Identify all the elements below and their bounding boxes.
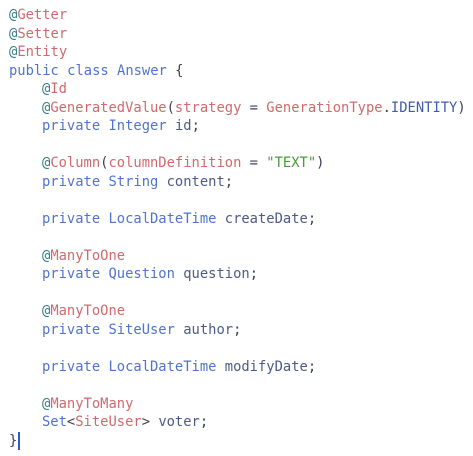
enum-value: IDENTITY: [390, 99, 458, 116]
equals: =: [241, 155, 267, 171]
code-line-3: @Entity: [9, 43, 466, 62]
code-area[interactable]: @Getter @Setter @Entity public class Ans…: [9, 6, 466, 450]
code-line-17: @ManyToOne: [9, 302, 466, 321]
code-line-9: @Column(columnDefinition = "TEXT"): [9, 154, 466, 173]
code-line-19-empty: [9, 339, 466, 358]
code-line-1: @Getter: [9, 6, 466, 25]
generic-open: <: [66, 414, 76, 430]
semicolon: ;: [199, 414, 209, 430]
code-editor[interactable]: @Getter @Setter @Entity public class Ans…: [0, 0, 473, 456]
annotation-name: ManyToMany: [50, 395, 134, 412]
enum-type: GenerationType: [266, 99, 383, 116]
paren-close: ): [457, 99, 466, 116]
generic-close: >: [141, 414, 150, 430]
field-name: id: [174, 118, 192, 134]
semicolon: ;: [307, 358, 317, 375]
code-line-11-empty: [9, 191, 466, 210]
code-line-16-empty: [9, 284, 466, 303]
type-name: Set: [42, 414, 67, 430]
field-name: createDate: [224, 210, 308, 227]
field-name: modifyDate: [224, 358, 308, 375]
field-name: voter: [158, 414, 200, 430]
annotation-name: ManyToOne: [50, 247, 126, 264]
keyword: private: [42, 358, 101, 375]
code-line-2: @Setter: [9, 25, 466, 44]
code-line-20: private LocalDateTime modifyDate;: [9, 358, 466, 377]
type-name: LocalDateTime: [108, 358, 217, 375]
text-cursor: [18, 431, 20, 450]
paren-close: ): [316, 155, 325, 171]
annotation-name: Column: [50, 155, 101, 171]
annotation-name: GeneratedValue: [50, 99, 167, 116]
code-line-8-empty: [9, 136, 466, 155]
code-line-15: private Question question;: [9, 265, 466, 284]
code-line-6: @GeneratedValue(strategy = GenerationTyp…: [9, 99, 466, 118]
field-name: question: [183, 266, 250, 282]
type-name: SiteUser: [108, 321, 175, 338]
code-line-10: private String content;: [9, 173, 466, 192]
close-brace: }: [9, 432, 18, 449]
type-name: String: [108, 173, 159, 190]
string-literal: "TEXT": [266, 155, 317, 171]
annotation-arg: strategy: [174, 99, 242, 116]
code-line-18: private SiteUser author;: [9, 321, 466, 340]
code-line-7: private Integer id;: [9, 117, 466, 136]
semicolon: ;: [233, 321, 242, 338]
keyword: private: [42, 266, 101, 282]
annotation-arg: columnDefinition: [108, 155, 242, 171]
keyword: class: [67, 62, 109, 79]
annotation-name: ManyToOne: [50, 303, 126, 319]
paren-open: (: [166, 99, 175, 116]
keyword: private: [42, 173, 101, 190]
code-line-13-empty: [9, 228, 466, 247]
semicolon: ;: [224, 173, 234, 190]
annotation-name: Id: [50, 81, 67, 97]
code-line-4: public class Answer {: [9, 62, 466, 81]
type-name: Question: [108, 266, 175, 282]
keyword: private: [42, 210, 101, 227]
keyword: private: [42, 321, 101, 338]
type-name: Integer: [108, 118, 167, 134]
keyword: private: [42, 118, 101, 134]
annotation-name: Setter: [17, 25, 68, 42]
field-name: content: [166, 173, 225, 190]
code-line-23: Set<SiteUser> voter;: [9, 413, 466, 432]
code-line-21-empty: [9, 376, 466, 395]
code-line-24: }: [9, 431, 466, 451]
field-name: author: [183, 321, 234, 338]
open-brace: {: [175, 62, 184, 79]
annotation-name: Getter: [17, 7, 68, 23]
code-line-5: @Id: [9, 80, 466, 99]
semicolon: ;: [191, 118, 200, 134]
annotation-name: Entity: [17, 44, 68, 60]
code-line-14: @ManyToOne: [9, 247, 466, 266]
type-name: LocalDateTime: [108, 210, 217, 227]
class-name: Answer: [117, 62, 167, 79]
generic-type: SiteUser: [75, 414, 142, 430]
keyword: public: [9, 62, 59, 79]
dot: .: [382, 99, 391, 116]
code-line-22: @ManyToMany: [9, 395, 466, 414]
semicolon: ;: [249, 266, 258, 282]
semicolon: ;: [307, 210, 317, 227]
equals: =: [241, 99, 267, 116]
code-line-12: private LocalDateTime createDate;: [9, 210, 466, 229]
